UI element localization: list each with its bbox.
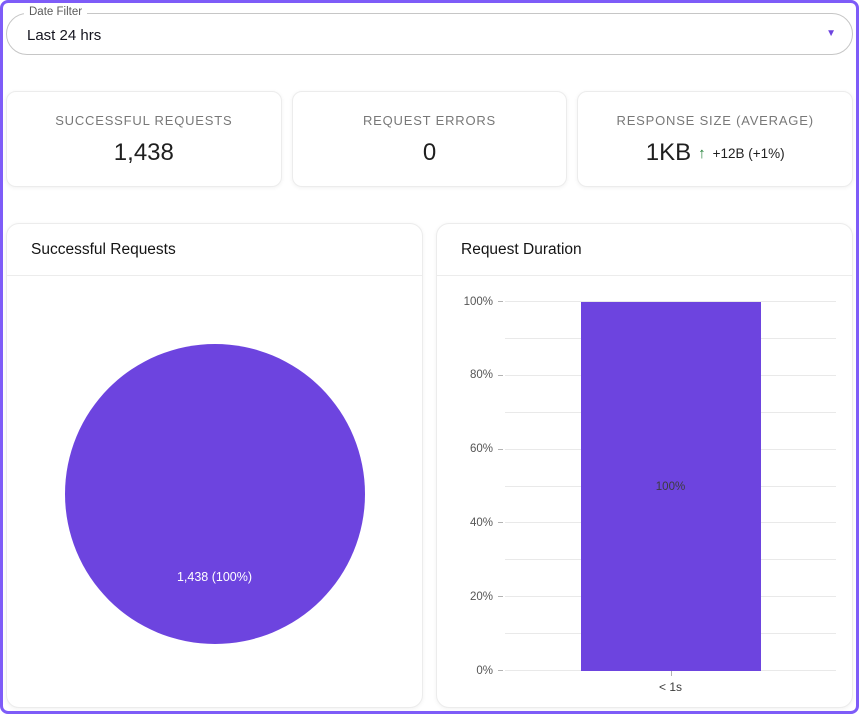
pie-slice[interactable]: 1,438 (100%) bbox=[65, 344, 365, 644]
bar-value-label: 100% bbox=[581, 481, 761, 493]
pie-slice-label: 1,438 (100%) bbox=[65, 570, 365, 584]
y-axis-tick-label: 80% bbox=[470, 370, 493, 382]
bar[interactable]: 100% bbox=[581, 302, 761, 671]
panel-title: Successful Requests bbox=[7, 224, 422, 276]
stat-value-row: 1KB ↑ +12B (+1%) bbox=[646, 139, 785, 167]
y-axis-tick bbox=[498, 596, 503, 597]
date-filter-label: Date Filter bbox=[24, 6, 87, 18]
panel-successful-requests: Successful Requests 1,438 (100%) bbox=[6, 223, 423, 708]
stat-label: REQUEST ERRORS bbox=[363, 113, 496, 128]
stat-value: 1KB bbox=[646, 139, 691, 167]
stat-value: 0 bbox=[423, 139, 436, 167]
panel-request-duration: Request Duration 100% < 1s 0% 20% 40% 60% 80… bbox=[436, 223, 853, 708]
panel-title: Request Duration bbox=[437, 224, 852, 276]
y-axis-tick bbox=[498, 670, 503, 671]
date-filter-value: Last 24 hrs bbox=[27, 27, 101, 44]
pie-chart: 1,438 (100%) bbox=[7, 276, 422, 707]
chevron-down-icon[interactable]: ▼ bbox=[826, 29, 836, 39]
y-axis-tick-label: 60% bbox=[470, 444, 493, 456]
stats-row: SUCCESSFUL REQUESTS 1,438 REQUEST ERRORS… bbox=[6, 91, 853, 187]
bar-chart: 100% < 1s 0% 20% 40% 60% 80% 100% bbox=[437, 276, 852, 707]
x-axis-category-label: < 1s bbox=[505, 680, 836, 694]
y-axis-tick bbox=[498, 522, 503, 523]
x-axis-tick bbox=[671, 671, 672, 676]
date-filter-select[interactable]: Date Filter Last 24 hrs ▼ bbox=[6, 13, 853, 55]
y-axis-tick-label: 20% bbox=[470, 591, 493, 603]
stat-label: SUCCESSFUL REQUESTS bbox=[55, 113, 232, 128]
stat-delta: +12B (+1%) bbox=[713, 146, 785, 161]
trend-up-icon: ↑ bbox=[698, 146, 706, 161]
y-axis-tick bbox=[498, 301, 503, 302]
y-axis-tick-label: 0% bbox=[476, 665, 493, 677]
stat-card-response-size: RESPONSE SIZE (AVERAGE) 1KB ↑ +12B (+1%) bbox=[577, 91, 853, 187]
dashboard-page: Date Filter Last 24 hrs ▼ SUCCESSFUL REQ… bbox=[0, 0, 859, 714]
stat-card-request-errors: REQUEST ERRORS 0 bbox=[292, 91, 568, 187]
y-axis-tick bbox=[498, 449, 503, 450]
stat-value: 1,438 bbox=[114, 139, 174, 167]
bar-chart-plot: 100% < 1s 0%20%40%60%80%100% bbox=[505, 302, 836, 671]
stat-label: RESPONSE SIZE (AVERAGE) bbox=[617, 113, 814, 128]
y-axis-tick-label: 40% bbox=[470, 518, 493, 530]
stat-card-successful-requests: SUCCESSFUL REQUESTS 1,438 bbox=[6, 91, 282, 187]
y-axis-tick bbox=[498, 375, 503, 376]
charts-row: Successful Requests 1,438 (100%) Request… bbox=[6, 223, 853, 708]
y-axis-tick-label: 100% bbox=[464, 296, 493, 308]
